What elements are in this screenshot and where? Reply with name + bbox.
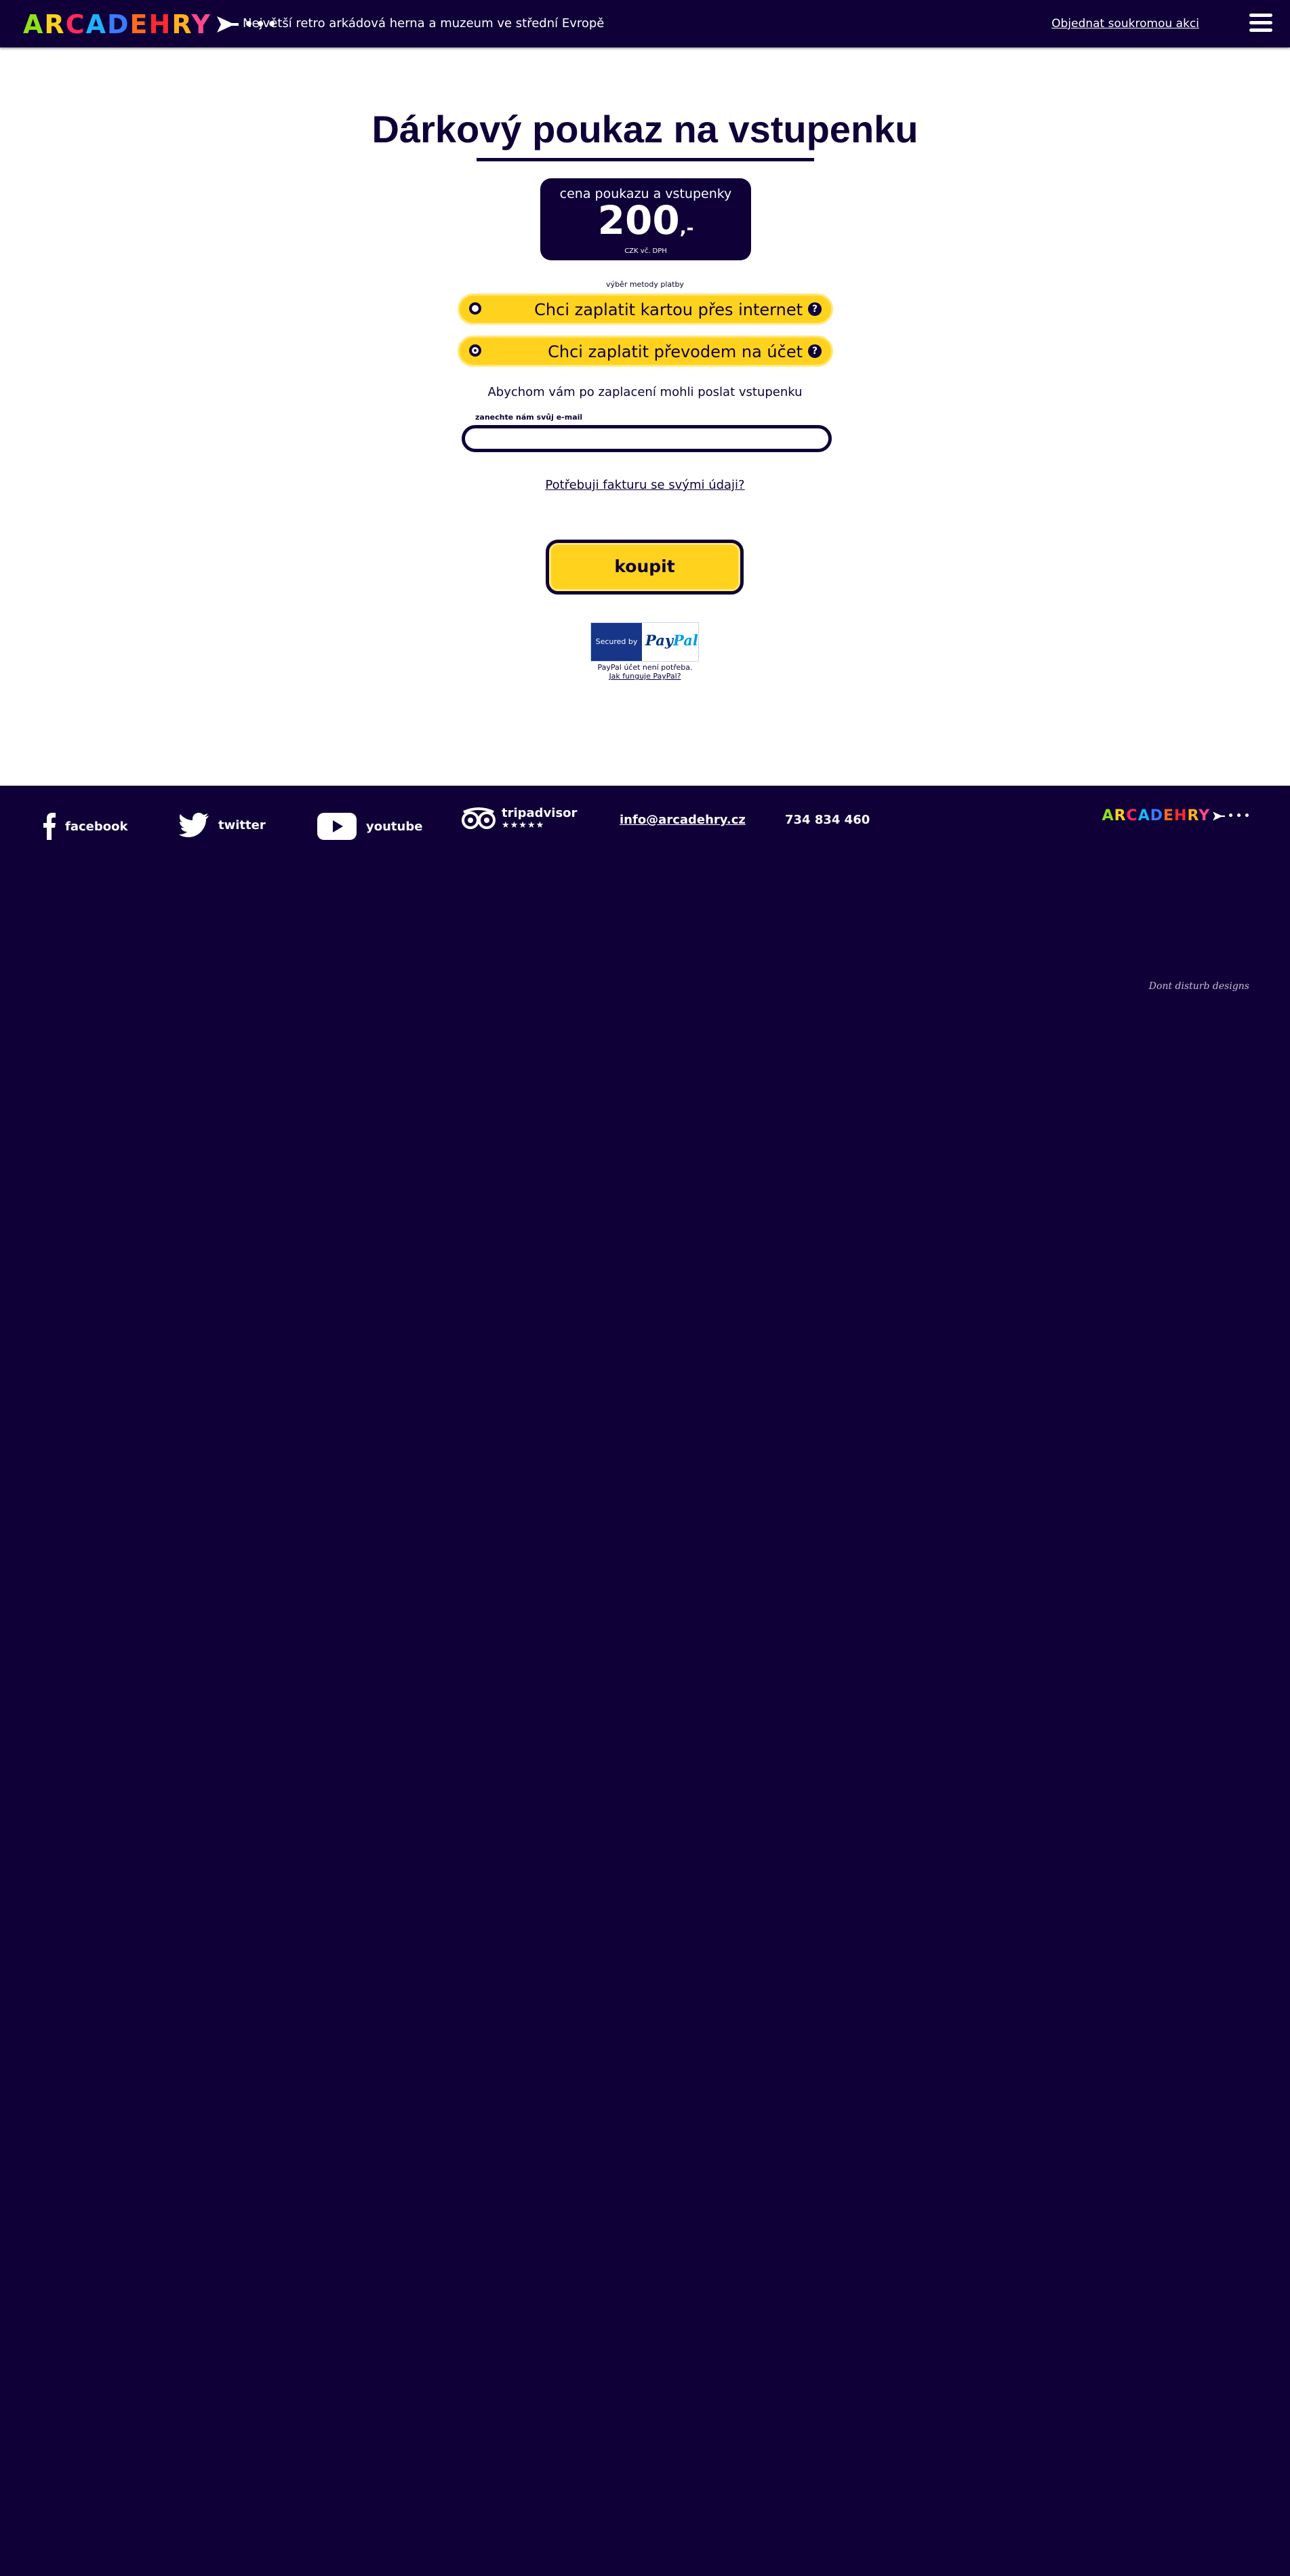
payment-option-label: Chci zaplatit převodem na účet (548, 342, 803, 361)
email-label: zanechte nám svůj e-mail (475, 413, 583, 422)
facebook-icon (43, 813, 56, 840)
logo-letter: R (1114, 807, 1127, 824)
logo-dots: ••• (1228, 811, 1252, 822)
paypal-logo: PayPal (645, 632, 698, 649)
tripadvisor-rating: ★★★★★ (502, 820, 545, 830)
price-box: cena poukazu a vstupenky 200,- CZK vč. D… (540, 178, 751, 260)
paypal-how-link[interactable]: Jak funguje PayPal? (609, 672, 681, 681)
logo-letter: D (1150, 807, 1163, 824)
logo-letter: Y (191, 9, 212, 39)
footer-phone[interactable]: 734 834 460 (785, 813, 870, 827)
twitter-icon (179, 813, 209, 837)
logo-letter: E (1163, 807, 1175, 824)
youtube-label: youtube (366, 819, 423, 834)
logo-arrow-icon (1213, 811, 1226, 821)
footer-facebook[interactable]: facebook (43, 813, 127, 840)
logo-letter: A (1137, 807, 1150, 824)
price-amount: 200 (597, 197, 680, 243)
footer-logo-text: ARCADEHRY (1102, 809, 1211, 824)
logo-letter: R (44, 9, 66, 39)
twitter-label: twitter (218, 818, 266, 832)
radio-button-selected[interactable] (469, 344, 481, 357)
footer-twitter[interactable]: twitter (179, 813, 266, 837)
logo-letter: A (23, 9, 45, 39)
tripadvisor-label: tripadvisor (502, 806, 578, 820)
logo-letter: H (1174, 807, 1188, 824)
footer-email[interactable]: info@arcadehry.cz (620, 813, 746, 827)
logo-arrow-icon (217, 16, 239, 33)
order-private-event-link[interactable]: Objednat soukromou akci (1051, 17, 1199, 31)
hamburger-menu-icon[interactable] (1249, 14, 1272, 34)
price-vat-note: CZK vč. DPH (624, 247, 667, 255)
designer-signature: Dont disturb designs (1148, 981, 1249, 992)
logo-letter: C (1126, 807, 1138, 824)
site-header: ARCADEHRY ••• Největší retro arkádová he… (0, 0, 1290, 47)
payment-option-transfer[interactable]: Chci zaplatit převodem na účet ? (460, 338, 831, 365)
page-title: Dárkový poukaz na vstupenku (371, 108, 919, 150)
payment-option-card[interactable]: Chci zaplatit kartou přes internet ? (460, 296, 831, 323)
voucher-form-section: Dárkový poukaz na vstupenku cena poukazu… (0, 47, 1290, 786)
logo-letter: A (1102, 807, 1114, 824)
footer-logo[interactable]: ARCADEHRY ••• (1102, 809, 1252, 824)
radio-button[interactable] (469, 302, 481, 315)
tripadvisor-text: tripadvisor ★★★★★ (502, 806, 577, 830)
paypal-note-text: PayPal účet není potřeba. (597, 663, 693, 672)
arcadehry-logo[interactable]: ARCADEHRY ••• (23, 9, 279, 39)
email-field[interactable] (462, 425, 832, 452)
paypal-secured-by: Secured by (591, 623, 642, 661)
youtube-icon (317, 813, 357, 840)
logo-letter: R (1187, 807, 1199, 824)
logo-letter: D (107, 9, 130, 39)
paypal-logo-pal: Pal (673, 632, 698, 649)
buy-button[interactable]: koupit (546, 540, 744, 595)
logo-letter: H (148, 9, 172, 39)
help-icon[interactable]: ? (808, 302, 822, 316)
payment-option-label: Chci zaplatit kartou přes internet (534, 300, 803, 319)
footer-youtube[interactable]: youtube (317, 813, 422, 840)
title-underline (477, 158, 814, 161)
price-suffix: ,- (679, 218, 694, 239)
site-tagline: Největší retro arkádová herna a muzeum v… (243, 16, 605, 31)
paypal-logo-pay: Pay (645, 632, 674, 649)
logo-text: ARCADEHRY (23, 12, 211, 37)
site-footer: facebook twitter youtube tripadvisor ★★★… (0, 786, 1290, 2576)
price-value: 200,- (540, 200, 751, 249)
email-link[interactable]: info@arcadehry.cz (620, 813, 746, 827)
paypal-note: PayPal účet není potřeba. Jak funguje Pa… (0, 663, 1290, 681)
help-icon[interactable]: ? (808, 344, 822, 358)
logo-letter: A (85, 9, 107, 39)
facebook-label: facebook (65, 819, 128, 834)
logo-letter: R (172, 9, 192, 39)
payment-method-label: výběr metody platby (606, 280, 684, 289)
paypal-badge: Secured by PayPal (590, 622, 699, 662)
phone-number[interactable]: 734 834 460 (785, 813, 870, 827)
logo-letter: E (129, 9, 149, 39)
logo-letter: Y (1198, 807, 1211, 824)
footer-tripadvisor[interactable]: tripadvisor ★★★★★ (461, 806, 577, 830)
logo-letter: C (65, 9, 86, 39)
invoice-link[interactable]: Potřebuji fakturu se svými údaji? (0, 478, 1290, 492)
tripadvisor-icon (462, 807, 496, 829)
email-info-text: Abychom vám po zaplacení mohli poslat vs… (487, 385, 803, 399)
